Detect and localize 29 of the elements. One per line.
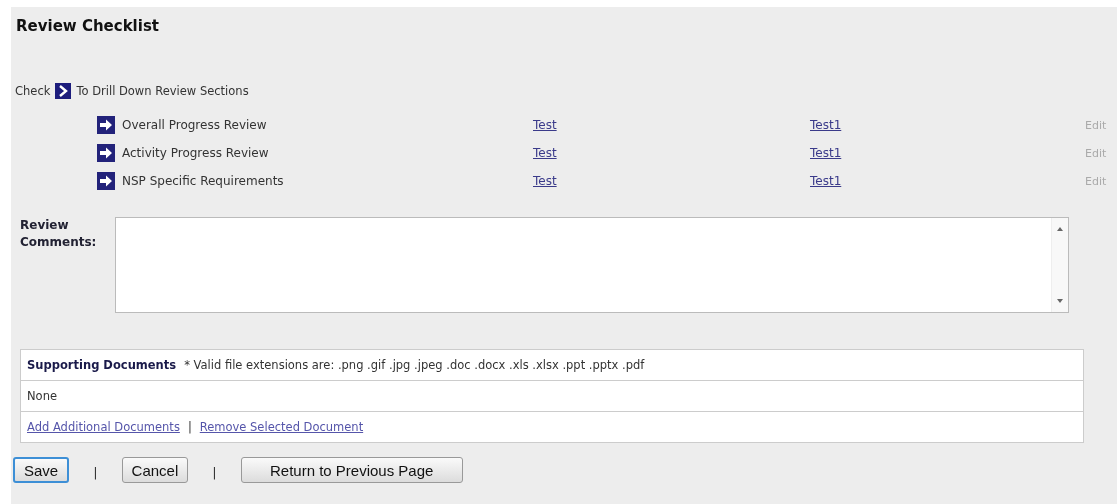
section-name: Overall Progress Review [122,118,267,132]
field-label: Review Comments: [19,217,98,251]
action-button[interactable]: Return to Previous Page [240,457,463,483]
section-name: Activity Progress Review [122,146,269,160]
section-heading: Supporting Documents [27,358,177,372]
separator-text: | [93,463,98,480]
comments-field[interactable] [115,217,1069,313]
add-documents-link[interactable]: Add Additional Documents [27,420,180,434]
action-button[interactable]: Cancel [121,457,189,483]
section-link[interactable]: Test1 [810,174,1085,188]
separator-text: | [187,420,192,434]
arrow-icon[interactable] [97,144,115,162]
instruction-text: To Drill Down Review Sections [76,84,249,98]
file-list-text: None [27,389,57,403]
section-link[interactable]: Test [533,146,810,160]
instruction-text: Check [15,84,51,98]
section-link[interactable]: Test [533,118,810,132]
remove-document-link[interactable]: Remove Selected Document [199,420,364,434]
separator-text: | [212,463,217,480]
page-title: Review Checklist [16,17,159,35]
file-extensions-note: * Valid file extensions are: .png .gif .jpg .jpeg .doc .docx .xls .xlsx .ppt .pptx .pdf [184,358,645,372]
section-name: NSP Specific Requirements [122,174,284,188]
section-link[interactable]: Test1 [810,118,1085,132]
chevron-icon [55,83,72,99]
arrow-icon[interactable] [97,116,115,134]
arrow-icon[interactable] [97,172,115,190]
section-link[interactable]: Test [533,174,810,188]
action-button[interactable]: Save [13,457,70,483]
section-link[interactable]: Test1 [810,146,1085,160]
